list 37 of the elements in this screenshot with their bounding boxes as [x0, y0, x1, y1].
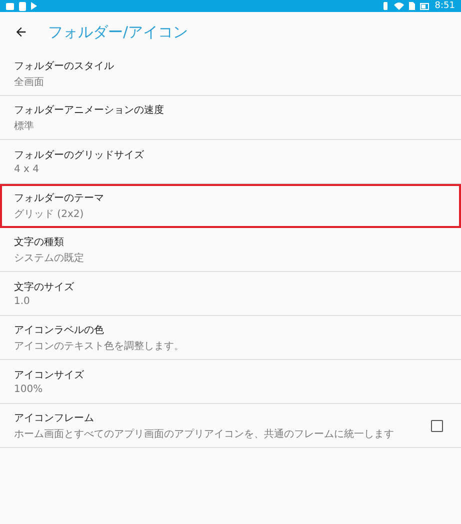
screen-title: フォルダー/アイコン	[48, 22, 188, 42]
setting-summary: 全画面	[14, 76, 45, 88]
setting-row[interactable]: アイコンサイズ 100%	[0, 360, 461, 404]
setting-title: フォルダーのスタイル	[14, 60, 115, 72]
setting-title: フォルダーのテーマ	[14, 192, 105, 204]
setting-summary: アイコンのテキスト色を調整します。	[14, 340, 185, 352]
setting-summary: グリッド (2x2)	[14, 208, 85, 220]
setting-title: フォルダーのグリッドサイズ	[14, 149, 145, 162]
highlighted-setting-row[interactable]: フォルダーのテーマ グリッド (2x2)	[0, 184, 461, 228]
setting-row[interactable]: フォルダーアニメーションの速度 標準	[0, 96, 461, 140]
battery-icon	[420, 2, 430, 10]
checkbox[interactable]	[431, 420, 443, 432]
setting-summary: 標準	[14, 120, 35, 132]
setting-row[interactable]: フォルダーのグリッドサイズ 4 x 4	[0, 140, 461, 184]
setting-summary: 4 x 4	[14, 164, 40, 175]
setting-row[interactable]: アイコンフレーム ホーム画面とすべてのアプリ画面のアプリアイコンを、共通のフレームに統一します	[0, 404, 461, 448]
setting-title: 文字の種類	[14, 236, 65, 248]
setting-summary: 100%	[14, 384, 44, 395]
back-arrow-icon	[14, 25, 28, 39]
setting-row[interactable]: フォルダーのスタイル 全画面	[0, 52, 461, 96]
status-time: 8:51	[434, 0, 455, 12]
setting-row[interactable]: アイコンラベルの色 アイコンのテキスト色を調整します。	[0, 316, 461, 360]
setting-row[interactable]: 文字のサイズ 1.0	[0, 272, 461, 316]
sim-icon	[408, 2, 415, 10]
setting-summary: 1.0	[14, 296, 31, 307]
flag-icon	[31, 2, 37, 10]
wifi-icon	[394, 2, 404, 10]
setting-row[interactable]: 文字の種類 システムの既定	[0, 228, 461, 272]
image-icon	[6, 2, 14, 10]
setting-title: フォルダーアニメーションの速度	[14, 104, 165, 116]
setting-summary: システムの既定	[14, 252, 85, 264]
setting-summary: ホーム画面とすべてのアプリ画面のアプリアイコンを、共通のフレームに統一します	[14, 428, 395, 440]
setting-title: アイコンサイズ	[14, 369, 85, 382]
setting-title: アイコンフレーム	[14, 412, 95, 424]
setting-title: アイコンラベルの色	[14, 324, 105, 336]
setting-title: 文字のサイズ	[14, 280, 75, 294]
vibrate-icon	[382, 2, 389, 10]
